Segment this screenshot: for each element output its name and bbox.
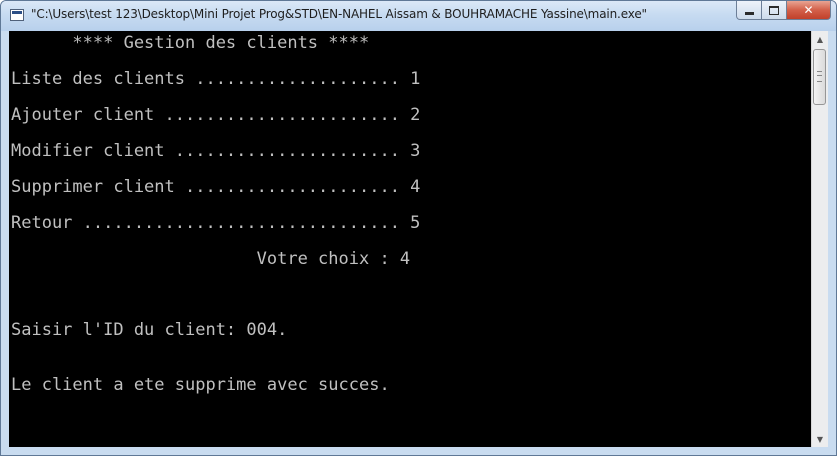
console-window: "C:\Users\test 123\Desktop\Mini Projet P…: [0, 0, 837, 456]
title-bar[interactable]: "C:\Users\test 123\Desktop\Mini Projet P…: [1, 1, 836, 31]
scroll-down-arrow-icon[interactable]: ▼: [812, 431, 828, 447]
minimize-icon: [744, 11, 754, 15]
choice-prompt: Votre choix : 4: [11, 249, 411, 269]
console-output[interactable]: **** Gestion des clients **** Liste des …: [9, 31, 811, 447]
maximize-icon: [769, 5, 779, 15]
menu-header: **** Gestion des clients ****: [11, 33, 370, 53]
window-title: "C:\Users\test 123\Desktop\Mini Projet P…: [31, 7, 647, 21]
id-prompt: Saisir l'ID du client: 004.: [11, 320, 288, 340]
menu-item-ajouter: Ajouter client ....................... 2: [11, 105, 421, 125]
scroll-up-arrow-icon[interactable]: ▲: [812, 31, 828, 47]
window-bottom-border: [1, 447, 836, 455]
vertical-scrollbar[interactable]: ▲ ▼: [811, 31, 828, 447]
console-app-icon[interactable]: [10, 9, 24, 21]
success-message: Le client a ete supprime avec succes.: [11, 375, 390, 395]
close-button[interactable]: ✕: [787, 1, 831, 20]
scrollbar-thumb[interactable]: [813, 49, 826, 105]
close-icon: ✕: [803, 3, 814, 17]
caption-buttons: ✕: [736, 1, 831, 21]
menu-item-supprimer: Supprimer client ..................... 4: [11, 177, 421, 197]
menu-item-modifier: Modifier client ...................... 3: [11, 141, 421, 161]
maximize-button[interactable]: [762, 1, 787, 20]
menu-item-retour: Retour ............................... 5: [11, 213, 421, 233]
minimize-button[interactable]: [736, 1, 762, 20]
menu-item-liste: Liste des clients .................... 1: [11, 69, 421, 89]
